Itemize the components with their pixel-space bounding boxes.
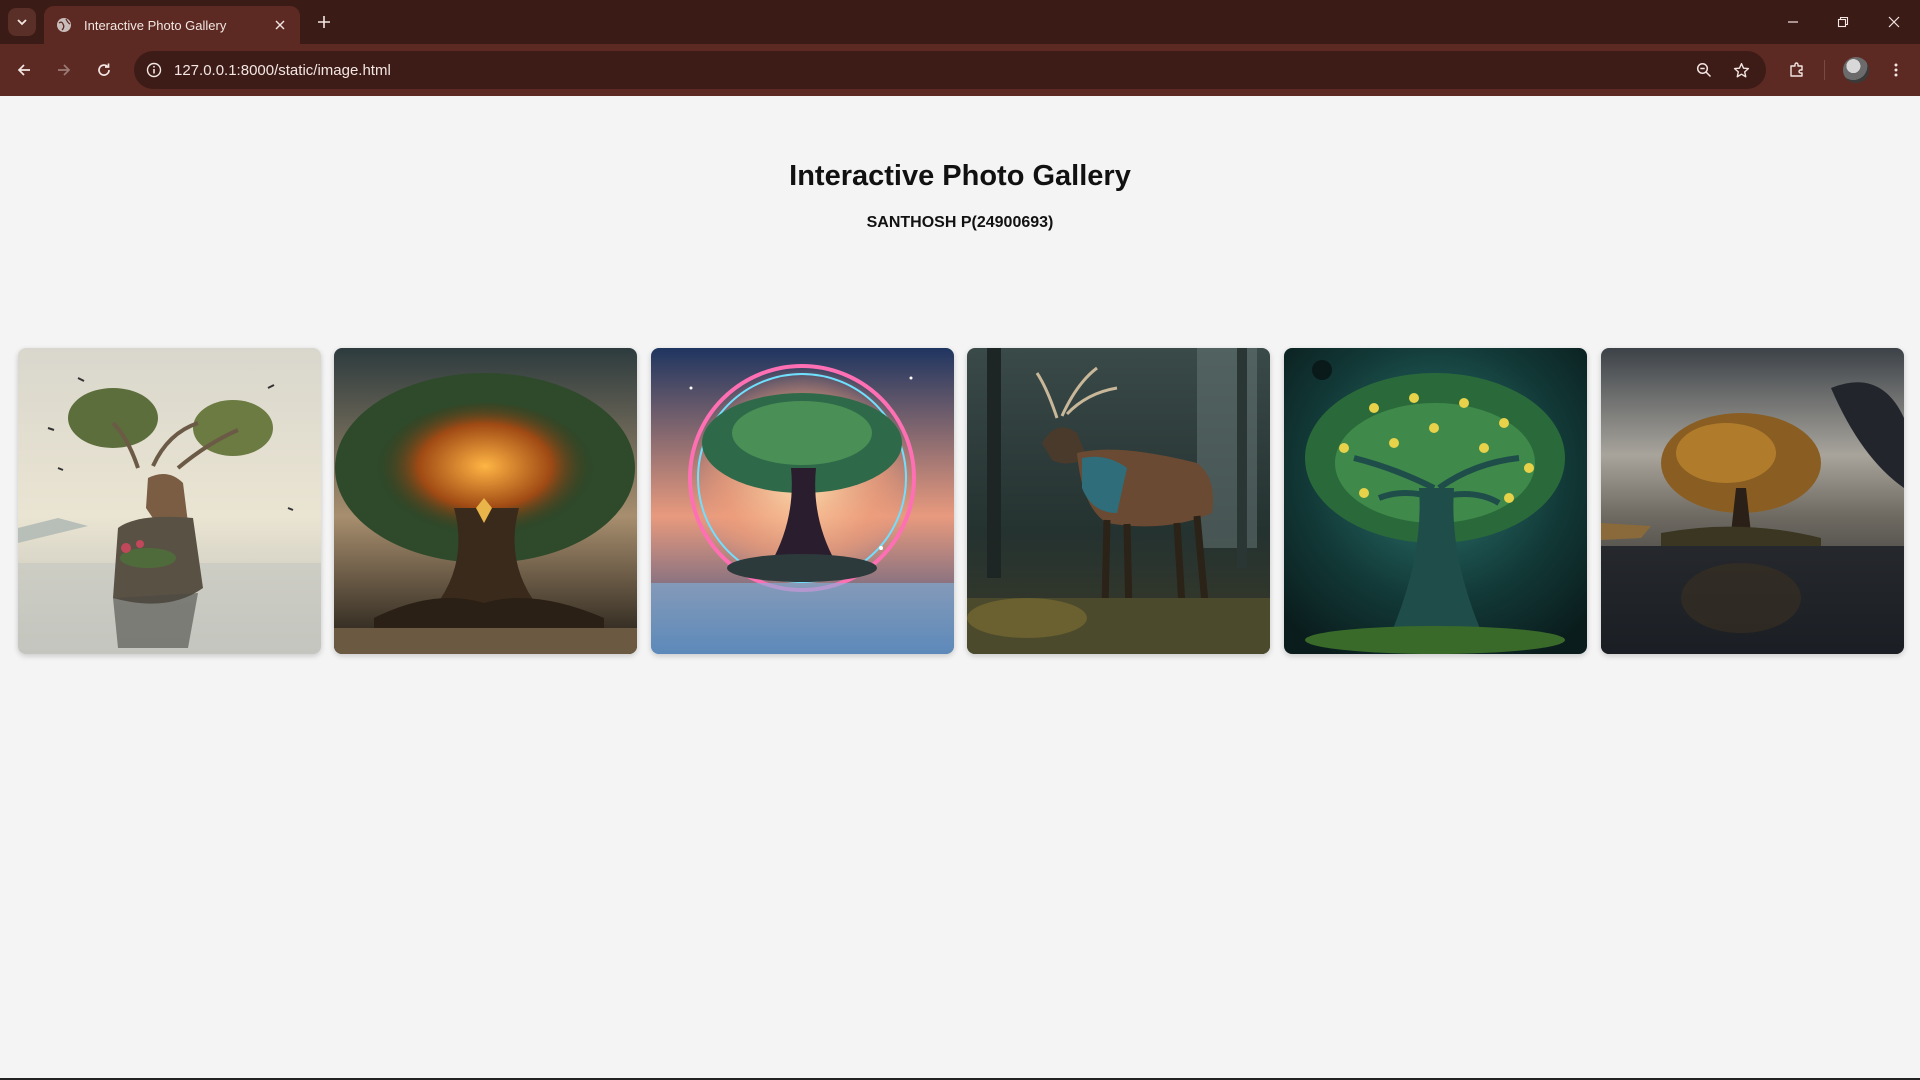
back-button[interactable] (10, 56, 38, 84)
reload-button[interactable] (90, 56, 118, 84)
reload-icon (98, 63, 110, 76)
plus-icon (318, 16, 330, 28)
kebab-menu-icon (1894, 63, 1898, 77)
globe-icon (57, 18, 71, 32)
profile-avatar[interactable] (1843, 57, 1869, 83)
site-info-icon (146, 62, 162, 78)
photo-glowing-great-tree[interactable] (334, 348, 637, 654)
minimize-icon (1788, 21, 1798, 23)
close-icon (275, 20, 285, 30)
address-bar[interactable]: 127.0.0.1:8000/static/image.html (134, 51, 1766, 89)
tab-close-button[interactable] (270, 15, 290, 35)
restore-icon (1837, 16, 1849, 28)
window-close-button[interactable] (1880, 8, 1908, 36)
page-subtitle: SANTHOSH P(24900693) (866, 214, 1054, 231)
photo-cosmic-tree-in-halo[interactable] (651, 348, 954, 654)
page-viewport: Interactive Photo Gallery SANTHOSH P(249… (0, 96, 1920, 1078)
photo-stag-in-forest[interactable] (967, 348, 1270, 654)
star-icon (1733, 62, 1749, 77)
url-text[interactable]: 127.0.0.1:8000/static/image.html (174, 62, 391, 79)
tab-search-button[interactable] (8, 8, 36, 36)
restore-button[interactable] (1829, 8, 1857, 36)
browser-toolbar: 127.0.0.1:8000/static/image.html (0, 44, 1920, 96)
tab-search-icon (17, 19, 27, 26)
forward-arrow-icon (58, 64, 71, 76)
page-title: Interactive Photo Gallery (789, 160, 1131, 192)
toolbar-divider (1824, 60, 1825, 80)
extensions-button[interactable] (1783, 56, 1811, 84)
window-close-icon (1888, 16, 1900, 28)
photo-teal-tree-with-golden-fruit[interactable] (1284, 348, 1587, 654)
zoom-button[interactable] (1694, 60, 1714, 80)
active-tab[interactable]: Interactive Photo Gallery (44, 6, 300, 44)
new-tab-button[interactable] (312, 10, 336, 34)
photo-stag-with-tree-antlers[interactable] (18, 348, 321, 654)
bookmark-button[interactable] (1731, 60, 1751, 80)
forward-button[interactable] (50, 56, 78, 84)
browser-tab-strip: Interactive Photo Gallery (0, 0, 1920, 44)
tab-title: Interactive Photo Gallery (84, 17, 227, 33)
zoom-icon (1696, 62, 1712, 78)
photo-gallery (18, 348, 1904, 654)
site-info-button[interactable] (144, 60, 164, 80)
back-arrow-icon (17, 64, 30, 76)
browser-menu-button[interactable] (1882, 56, 1910, 84)
extensions-icon (1790, 62, 1803, 77)
photo-autumn-tree-on-island[interactable] (1601, 348, 1904, 654)
minimize-button[interactable] (1779, 8, 1807, 36)
